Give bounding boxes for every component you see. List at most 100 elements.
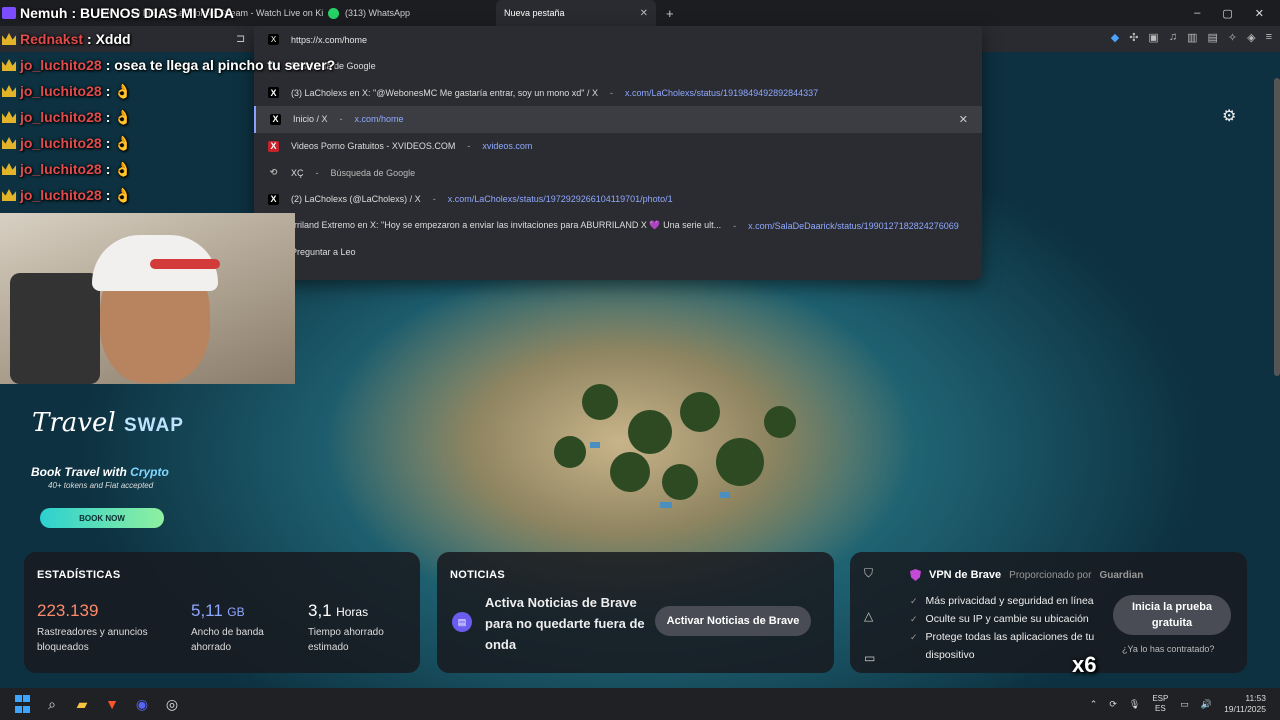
vpn-feature-text: Oculte su IP y cambie su ubicación [925, 613, 1089, 625]
tab-new-tab[interactable]: Nueva pestaña ✕ [496, 0, 656, 26]
vpn-icon[interactable]: ◈ [1247, 31, 1255, 44]
address-bar[interactable]: X https://x.com/home [254, 26, 982, 53]
suggestion-title: 1) Aburriland Extremo en X: "Hoy se empe… [268, 220, 722, 231]
hand-emoji-icon: 👌 [114, 82, 132, 99]
suggestion-item[interactable]: X (3) LaCholexs en X: "@WebonesMC Me gas… [254, 80, 982, 107]
suggestion-item[interactable]: X Videos Porno Gratuitos - XVIDEOS.COM -… [254, 133, 982, 160]
warning-icon[interactable]: △ [864, 609, 875, 623]
crown-icon [2, 33, 16, 45]
start-trial-button[interactable]: Inicia la prueba gratuita [1113, 595, 1231, 635]
sync-icon[interactable]: ⟳ [1109, 699, 1117, 710]
clock-time: 11:53 [1245, 693, 1266, 703]
news-title: NOTICIAS [450, 569, 505, 581]
screenshot-icon[interactable]: ▣ [1148, 31, 1158, 44]
volume-icon[interactable]: 🔊 [1201, 699, 1212, 710]
hand-emoji-icon: 👌 [114, 186, 132, 203]
extensions-icon[interactable]: ✣ [1129, 31, 1138, 44]
vpn-feature: ✓ Más privacidad y seguridad en línea [910, 592, 1100, 610]
media-icon[interactable]: ♫ [1169, 31, 1177, 44]
news-widget: NOTICIAS ▤ Activa Noticias de Brave para… [437, 552, 834, 673]
minimize-icon[interactable]: – [1194, 7, 1200, 20]
suggestion-url: x.com/SalaDeDaarick/status/1990127182824… [748, 220, 959, 231]
crown-icon [2, 189, 16, 201]
windows-start-icon[interactable] [12, 694, 32, 714]
shields-icon[interactable]: ◆ [1111, 31, 1119, 44]
window-controls: – ▢ ✕ [1194, 7, 1280, 20]
chat-text: : [105, 109, 111, 125]
toolbar-right: ◆ ✣ ▣ ♫ ▥ ▤ ✧ ◈ ≡ [1111, 31, 1272, 44]
keyboard-layout: ES [1155, 704, 1166, 713]
vpn-title: VPN de Brave [929, 569, 1002, 581]
new-tab-button[interactable]: + [666, 6, 674, 21]
chevron-up-icon[interactable]: ⌃ [1090, 699, 1098, 710]
stat-bandwidth: 5,11 GB Ancho de banda ahorrado [191, 601, 301, 655]
file-explorer-icon[interactable]: ▰ [72, 694, 92, 714]
already-subscribed-link[interactable]: ¿Ya lo has contratado? [1122, 644, 1214, 654]
sidebar-icon[interactable]: ▥ [1187, 31, 1197, 44]
clock[interactable]: 11:53 19/11/2025 [1224, 693, 1266, 715]
beanie-stripe [150, 259, 220, 269]
chat-text: : Xddd [87, 31, 131, 47]
check-icon: ✓ [910, 632, 918, 642]
remove-suggestion-icon[interactable]: ✕ [959, 113, 968, 126]
check-icon: ✓ [910, 596, 918, 606]
travel-swap-logo[interactable]: Travel SWAP [32, 408, 184, 438]
stat-label: Rastreadores y anuncios bloqueados [37, 627, 148, 653]
microphone-icon[interactable]: 🎙 [1129, 699, 1140, 710]
menu-icon[interactable]: ≡ [1266, 31, 1272, 44]
suggestion-item[interactable]: ⟲ XÇ - Búsqueda de Google [254, 159, 982, 186]
leo-icon[interactable]: ✧ [1228, 31, 1237, 44]
stat-time: 3,1 Horas Tiempo ahorrado estimado [308, 601, 418, 655]
chat-username: jo_luchito28 [20, 135, 102, 151]
close-window-icon[interactable]: ✕ [1255, 7, 1264, 20]
suggestion-google-search[interactable]: 🔍 Búsqueda de Google [254, 53, 982, 80]
suggestion-item[interactable]: X (2) LaCholexs (@LaCholexs) / X - x.com… [254, 186, 982, 213]
scrollbar[interactable] [1274, 78, 1280, 376]
suggestion-url: x.com/LaCholexs/status/19729292661041197… [447, 194, 673, 205]
obs-icon[interactable]: ◎ [162, 694, 182, 714]
combo-overlay-text: x6 [1072, 652, 1097, 677]
suggestion-item-highlighted[interactable]: X Inicio / X - x.com/home ✕ [254, 106, 982, 133]
news-icon: ▤ [452, 612, 472, 632]
chat-message: Nemuh : BUENOS DIAS MI VIDA [2, 0, 362, 26]
search-icon[interactable]: ⌕ [42, 694, 62, 714]
language-indicator[interactable]: ESP ES [1152, 694, 1168, 714]
stat-unit: GB [227, 605, 245, 619]
chat-message: jo_luchito28 : osea te llega al pincho t… [2, 52, 362, 78]
omnibox-dropdown: X https://x.com/home 🔍 Búsqueda de Googl… [254, 26, 982, 280]
chat-username: jo_luchito28 [20, 83, 102, 99]
book-now-button[interactable]: BOOK NOW [40, 508, 164, 528]
close-tab-icon[interactable]: ✕ [640, 8, 648, 19]
stat-label: Ancho de banda ahorrado [191, 627, 264, 653]
maximize-icon[interactable]: ▢ [1222, 7, 1232, 20]
vpn-provider-label: Proporcionado por [1009, 569, 1092, 581]
suggestion-ask-leo[interactable]: ✧ Preguntar a Leo [254, 239, 982, 266]
video-icon[interactable]: ▭ [864, 651, 875, 665]
activate-news-button[interactable]: Activar Noticias de Brave [655, 606, 811, 636]
stat-value: 223.139 [37, 601, 99, 620]
shield-icon[interactable]: ⛉ [864, 566, 875, 581]
settings-gear-icon[interactable]: ⚙ [1222, 106, 1236, 126]
vpn-feature-text: Más privacidad y seguridad en línea [925, 595, 1094, 607]
chat-text: : [105, 187, 111, 203]
suggestion-item[interactable]: 1) Aburriland Extremo en X: "Hoy se empe… [254, 213, 982, 240]
chat-username: jo_luchito28 [20, 187, 102, 203]
stat-value: 3,1 [308, 601, 332, 620]
chat-username: jo_luchito28 [20, 57, 102, 73]
stats-title: ESTADÍSTICAS [37, 569, 121, 581]
language-code: ESP [1152, 694, 1169, 703]
brave-icon[interactable]: ▼ [102, 694, 122, 714]
stat-unit: Horas [336, 605, 369, 619]
chat-badge-icon [2, 7, 16, 19]
wallet-icon[interactable]: ▤ [1207, 31, 1217, 44]
ad-headline: Book Travel with Crypto [31, 465, 169, 479]
chat-text: : [105, 83, 111, 99]
chat-username: jo_luchito28 [20, 109, 102, 125]
gaming-chair [10, 273, 100, 384]
discord-icon[interactable]: ◉ [132, 694, 152, 714]
crown-icon [2, 59, 16, 71]
widget-switcher: ⛉ △ ▭ [864, 566, 875, 665]
network-icon[interactable]: ▭ [1180, 699, 1189, 710]
vpn-shield-icon [910, 569, 921, 581]
news-promo-text: Activa Noticias de Brave para no quedart… [485, 595, 645, 652]
